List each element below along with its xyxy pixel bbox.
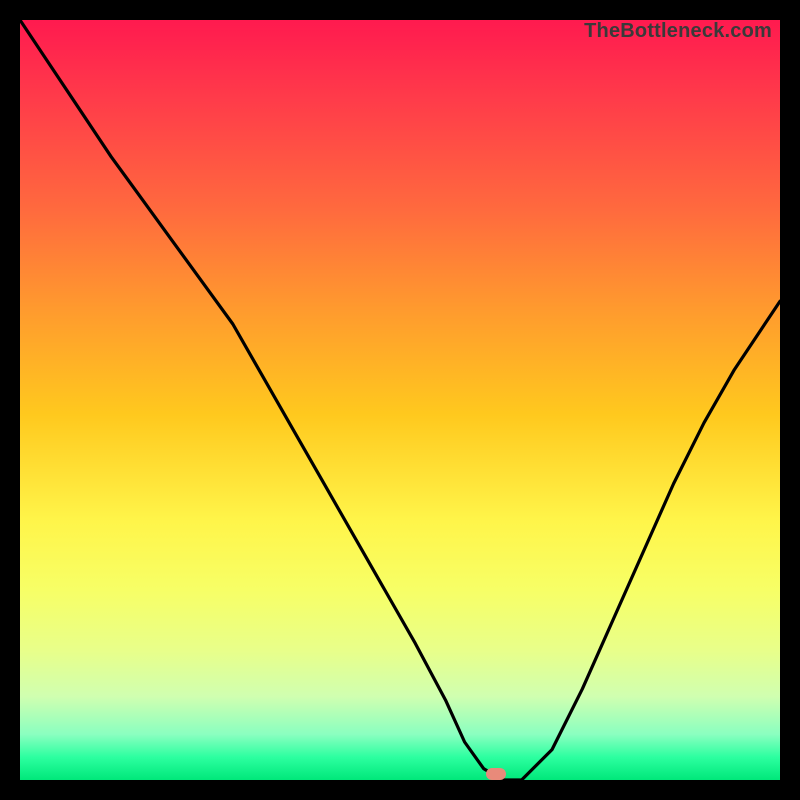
optimal-point-marker xyxy=(486,768,506,780)
chart-frame: TheBottleneck.com xyxy=(0,0,800,800)
bottleneck-curve xyxy=(20,20,780,780)
plot-area: TheBottleneck.com xyxy=(20,20,780,780)
curve-path xyxy=(20,20,780,780)
